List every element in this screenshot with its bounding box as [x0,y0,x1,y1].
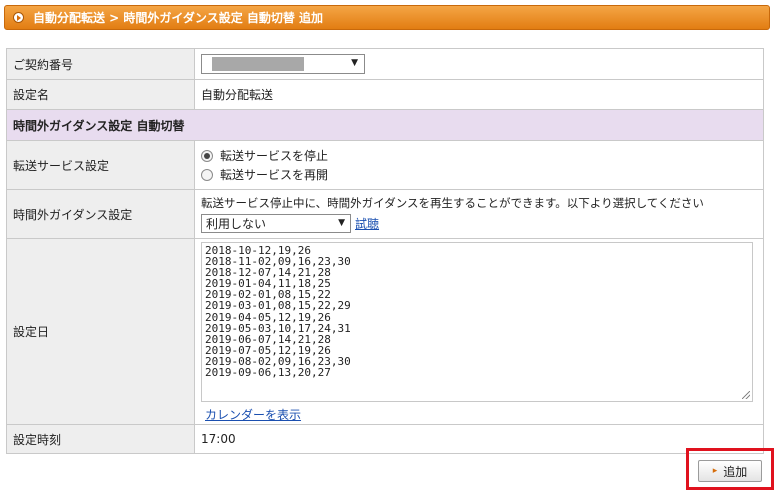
resize-grip-icon[interactable] [742,391,750,399]
date-line: 2019-04-05,12,19,26 [205,310,331,324]
guidance-description: 転送サービス停止中に、時間外ガイダンスを再生することができます。以下より選択して… [201,196,704,210]
guidance-label: 時間外ガイダンス設定 [6,189,195,239]
arrow-right-icon: ▸ [712,466,718,476]
setting-name-value: 自動分配転送 [194,79,764,110]
section-header-row: 時間外ガイダンス設定 自動切替 [6,109,764,141]
page-header: 自動分配転送 > 時間外ガイダンス設定 自動切替 追加 [4,5,770,30]
guidance-select[interactable]: 利用しない ▼ [201,214,351,233]
date-line: 2019-09-06,13,20,27 [205,366,331,380]
row-setting-name: 設定名 自動分配転送 [6,79,764,110]
section-title: 時間外ガイダンス設定 自動切替 [6,109,764,141]
dates-textarea[interactable]: 2018-10-12,19,26 2018-11-02,09,16,23,30 … [201,242,753,402]
time-value: 17:00 [194,424,764,454]
setting-name-label: 設定名 [6,79,195,110]
contract-number-label: ご契約番号 [6,48,195,80]
trial-listen-link[interactable]: 試聴 [355,215,379,232]
row-time: 設定時刻 17:00 [6,424,764,454]
radio-unchecked-icon[interactable] [201,168,213,181]
header-bullet-icon [13,12,24,23]
add-button[interactable]: ▸ 追加 [698,460,762,482]
radio-stop-service[interactable]: 転送サービスを停止 [201,146,757,165]
time-label: 設定時刻 [6,424,195,454]
dates-label: 設定日 [6,238,195,425]
date-line: 2019-03-01,08,15,22,29 [205,299,351,313]
transfer-service-label: 転送サービス設定 [6,140,195,190]
row-contract-number: ご契約番号 ▼ [6,48,764,80]
settings-form: ご契約番号 ▼ 設定名 自動分配転送 時間外ガイダンス設定 自動切替 転送サービ… [6,48,764,454]
dropdown-arrow-icon: ▼ [351,58,358,68]
contract-number-select[interactable]: ▼ [201,54,365,74]
radio-checked-icon[interactable] [201,149,213,162]
contract-number-masked-value [212,57,304,71]
radio-resume-label: 転送サービスを再開 [220,168,329,182]
guidance-selected-value: 利用しない [206,217,267,231]
radio-stop-label: 転送サービスを停止 [220,149,329,163]
row-guidance: 時間外ガイダンス設定 転送サービス停止中に、時間外ガイダンスを再生することができ… [6,189,764,239]
add-button-label: 追加 [723,464,748,479]
dropdown-arrow-icon: ▼ [338,218,345,228]
row-dates: 設定日 2018-10-12,19,26 2018-11-02,09,16,23… [6,238,764,425]
show-calendar-link[interactable]: カレンダーを表示 [205,406,301,423]
radio-resume-service[interactable]: 転送サービスを再開 [201,165,757,184]
breadcrumb: 自動分配転送 > 時間外ガイダンス設定 自動切替 追加 [33,11,324,25]
row-transfer-service: 転送サービス設定 転送サービスを停止 転送サービスを再開 [6,140,764,190]
